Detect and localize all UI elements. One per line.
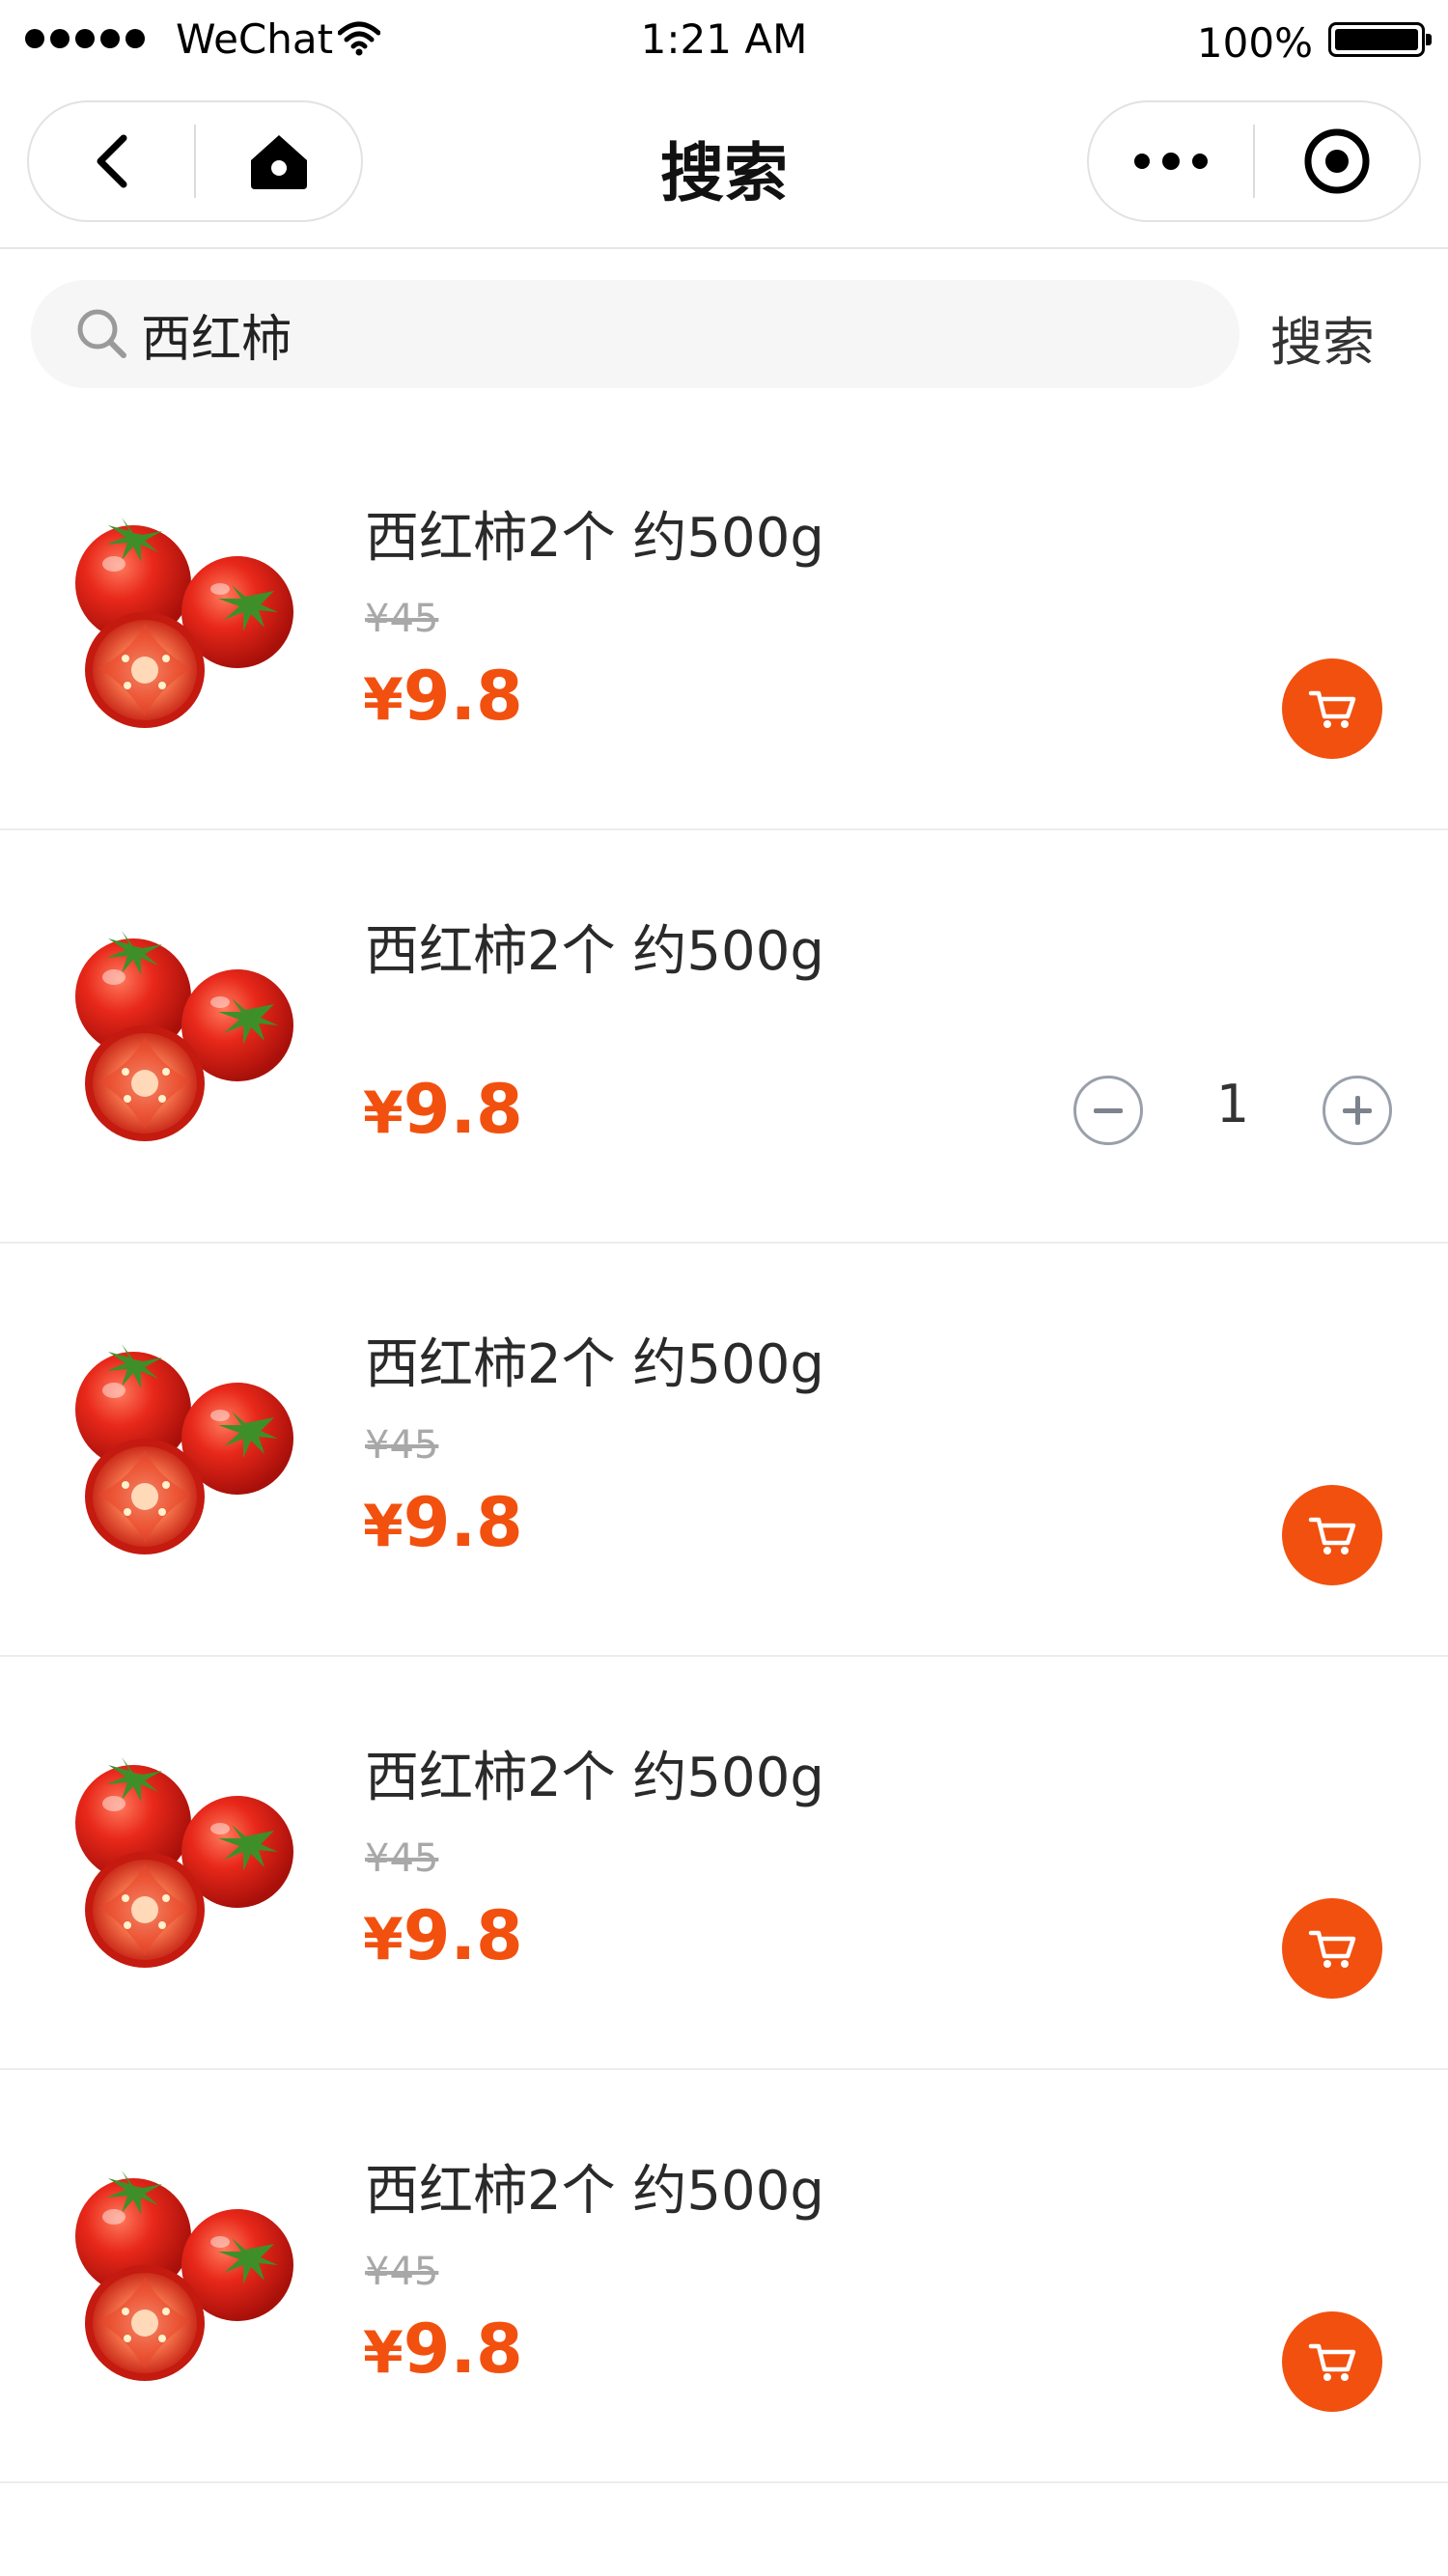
price-value: 9.8 [403, 1896, 523, 1975]
current-price: ¥9.8 [363, 1896, 523, 1975]
current-price: ¥9.8 [363, 1070, 523, 1149]
product-name: 西红柿2个 约500g [365, 507, 824, 570]
cart-icon [1303, 2333, 1361, 2391]
add-to-cart-button[interactable] [1282, 1898, 1382, 1999]
cart-icon [1303, 1919, 1361, 1977]
battery-icon [1328, 22, 1432, 57]
target-close-icon [1304, 128, 1370, 194]
product-name: 西红柿2个 约500g [365, 920, 824, 983]
price-value: 9.8 [403, 1483, 523, 1562]
quantity-stepper: 1 [1073, 1072, 1392, 1149]
original-price: ¥45 [365, 2250, 439, 2294]
original-price: ¥45 [365, 597, 439, 641]
tomato-product-image [66, 1736, 307, 1977]
currency-symbol: ¥ [363, 1493, 404, 1560]
tomato-product-image [66, 910, 307, 1151]
search-button[interactable]: 搜索 [1270, 299, 1375, 376]
search-box[interactable] [31, 280, 1239, 388]
navigation-bar: 搜索 [0, 79, 1448, 249]
product-item[interactable]: 西红柿2个 约500g ¥45 ¥9.8 [0, 417, 1448, 830]
currency-symbol: ¥ [363, 1906, 404, 1974]
search-bar: 搜索 [0, 280, 1448, 388]
close-miniprogram-button[interactable] [1255, 102, 1419, 220]
product-name: 西红柿2个 约500g [365, 1747, 824, 1809]
product-name: 西红柿2个 约500g [365, 2160, 824, 2223]
original-price: ¥45 [365, 1423, 439, 1468]
product-item[interactable]: 西红柿2个 约500g ¥45 ¥9.8 [0, 2070, 1448, 2483]
current-price: ¥9.8 [363, 1483, 523, 1562]
original-price: ¥45 [365, 1836, 439, 1881]
product-name: 西红柿2个 约500g [365, 1333, 824, 1396]
search-icon [77, 309, 126, 358]
status-bar: WeChat 1:21 AM 100% [0, 0, 1448, 79]
decrease-quantity-button[interactable] [1073, 1076, 1143, 1145]
current-price: ¥9.8 [363, 657, 523, 736]
cart-icon [1303, 680, 1361, 738]
price-value: 9.8 [403, 2310, 523, 2389]
cart-icon [1303, 1506, 1361, 1564]
more-dots-icon [1134, 153, 1208, 170]
search-input[interactable] [141, 305, 1183, 363]
tomato-product-image [66, 1323, 307, 1564]
currency-symbol: ¥ [363, 1079, 404, 1147]
add-to-cart-button[interactable] [1282, 2311, 1382, 2412]
tomato-product-image [66, 496, 307, 738]
add-to-cart-button[interactable] [1282, 1485, 1382, 1585]
product-item[interactable]: 西红柿2个 约500g ¥45 ¥9.8 [0, 1244, 1448, 1657]
battery-percentage: 100% [1196, 19, 1313, 67]
tomato-product-image [66, 2149, 307, 2391]
nav-capsule-right [1087, 100, 1421, 222]
current-price: ¥9.8 [363, 2310, 523, 2389]
product-item[interactable]: 西红柿2个 约500g ¥9.8 1 [0, 830, 1448, 1244]
more-options-button[interactable] [1089, 102, 1253, 220]
product-item[interactable]: 西红柿2个 约500g ¥45 ¥9.8 [0, 1657, 1448, 2070]
currency-symbol: ¥ [363, 2319, 404, 2387]
price-value: 9.8 [403, 657, 523, 736]
increase-quantity-button[interactable] [1323, 1076, 1392, 1145]
add-to-cart-button[interactable] [1282, 658, 1382, 759]
product-list: 西红柿2个 约500g ¥45 ¥9.8 西红柿2个 约500g ¥9.8 1 … [0, 417, 1448, 2483]
price-value: 9.8 [403, 1070, 523, 1149]
currency-symbol: ¥ [363, 666, 404, 734]
quantity-value: 1 [1215, 1074, 1250, 1134]
